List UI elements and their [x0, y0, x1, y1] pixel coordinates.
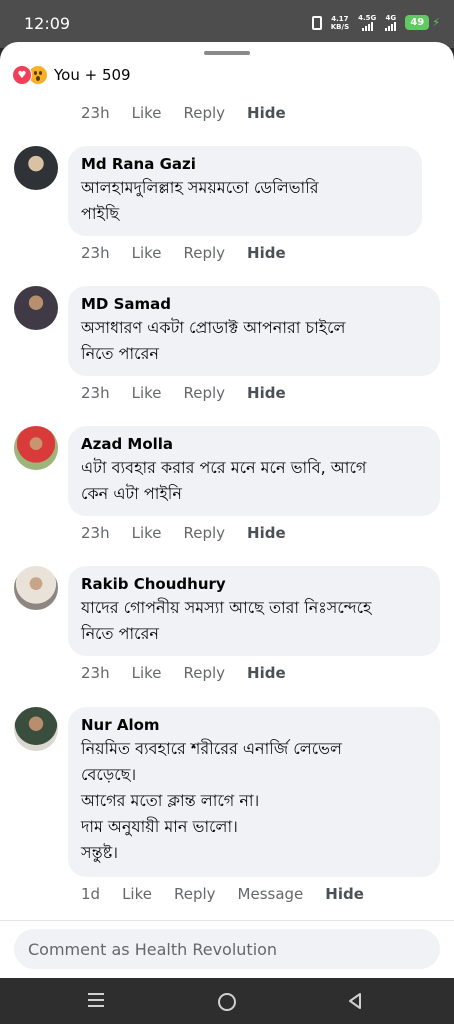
comment-text: যাদের গোপনীয় সমস্যা আছে তারা নিঃসন্দেহে…: [81, 598, 372, 643]
love-icon: ♥: [12, 65, 32, 85]
comment-input[interactable]: Comment as Health Revolution: [14, 929, 440, 969]
comment-time: 23h: [81, 664, 110, 682]
hide-button[interactable]: Hide: [247, 664, 286, 682]
commenter-name[interactable]: Rakib Choudhury: [81, 575, 426, 593]
status-bar: 12:09 4.17 KB/S 4.5G 4G 49 ⚡: [0, 0, 454, 48]
comment-text: নিয়মিত ব্যবহারে শরীরের এনার্জি লেভেল বে…: [81, 739, 342, 862]
comment-actions: 23h Like Reply Hide: [81, 243, 286, 263]
comment-text: অসাধারণ একটা প্রোডাক্ট আপনারা চাইলে নিতে…: [81, 318, 346, 363]
vibrate-icon: [311, 15, 322, 30]
commenter-name[interactable]: Nur Alom: [81, 716, 426, 734]
commenter-name[interactable]: Md Rana Gazi: [81, 155, 408, 173]
comment-composer: Comment as Health Revolution: [0, 920, 454, 978]
avatar[interactable]: [14, 286, 58, 330]
comment-bubble[interactable]: Md Rana Gazi আলহামদুলিল্লাহ সময়মতো ডেলি…: [68, 146, 422, 236]
comment-time: 23h: [81, 104, 110, 122]
status-icons: 4.17 KB/S 4.5G 4G 49 ⚡: [311, 14, 440, 31]
like-button[interactable]: Like: [132, 384, 162, 402]
avatar[interactable]: [14, 707, 58, 751]
reply-button[interactable]: Reply: [184, 524, 226, 542]
comment-time: 23h: [81, 244, 110, 262]
reply-button[interactable]: Reply: [184, 244, 226, 262]
like-button[interactable]: Like: [122, 885, 152, 903]
comment-text: এটা ব্যবহার করার পরে মনে মনে ভাবি, আগে ক…: [81, 458, 367, 503]
comment-bubble[interactable]: Rakib Choudhury যাদের গোপনীয় সমস্যা আছে…: [68, 566, 440, 656]
comment-bubble[interactable]: Azad Molla এটা ব্যবহার করার পরে মনে মনে …: [68, 426, 440, 516]
like-button[interactable]: Like: [132, 524, 162, 542]
like-button[interactable]: Like: [132, 104, 162, 122]
comment-actions: 23h Like Reply Hide: [81, 103, 286, 123]
comment-actions: 23h Like Reply Hide: [81, 523, 286, 543]
comment-bubble[interactable]: Nur Alom নিয়মিত ব্যবহারে শরীরের এনার্জি…: [68, 707, 440, 877]
status-time: 12:09: [24, 14, 71, 33]
network-speed: 4.17 KB/S: [330, 14, 350, 31]
comment-text: আলহামদুলিল্লাহ সময়মতো ডেলিভারি পাইছি: [81, 178, 319, 223]
signal-4-5g-icon: 4.5G: [358, 14, 376, 31]
avatar[interactable]: [14, 146, 58, 190]
hide-button[interactable]: Hide: [247, 384, 286, 402]
reactions-summary[interactable]: ♥ You + 509: [12, 64, 131, 86]
signal-4g-icon: 4G: [385, 14, 397, 31]
hide-button[interactable]: Hide: [325, 885, 364, 903]
reply-button[interactable]: Reply: [174, 885, 216, 903]
hide-button[interactable]: Hide: [247, 524, 286, 542]
home-icon[interactable]: [218, 993, 236, 1011]
reply-button[interactable]: Reply: [184, 104, 226, 122]
comment-time: 23h: [81, 384, 110, 402]
reaction-count: You + 509: [54, 66, 131, 84]
hide-button[interactable]: Hide: [247, 104, 286, 122]
reply-button[interactable]: Reply: [184, 664, 226, 682]
comment-time: 1d: [81, 885, 101, 903]
message-button[interactable]: Message: [238, 885, 304, 903]
battery-icon: 49: [405, 15, 430, 30]
charging-icon: ⚡: [432, 16, 440, 29]
comment-time: 23h: [81, 524, 110, 542]
avatar[interactable]: [14, 426, 58, 470]
system-nav-bar: [0, 978, 454, 1024]
comment-actions: 23h Like Reply Hide: [81, 663, 286, 683]
commenter-name[interactable]: Azad Molla: [81, 435, 426, 453]
comment-actions: 23h Like Reply Hide: [81, 383, 286, 403]
commenter-name[interactable]: MD Samad: [81, 295, 426, 313]
hide-button[interactable]: Hide: [247, 244, 286, 262]
back-icon[interactable]: [346, 992, 364, 1010]
comment-actions: 1d Like Reply Message Hide: [81, 884, 364, 904]
comment-bubble[interactable]: MD Samad অসাধারণ একটা প্রোডাক্ট আপনারা চ…: [68, 286, 440, 376]
avatar[interactable]: [14, 566, 58, 610]
recent-apps-icon[interactable]: [88, 993, 104, 1007]
like-button[interactable]: Like: [132, 664, 162, 682]
comments-sheet: ♥ You + 509 23h Like Reply Hide Md Rana …: [0, 42, 454, 978]
like-button[interactable]: Like: [132, 244, 162, 262]
reply-button[interactable]: Reply: [184, 384, 226, 402]
drag-handle[interactable]: [204, 51, 250, 55]
